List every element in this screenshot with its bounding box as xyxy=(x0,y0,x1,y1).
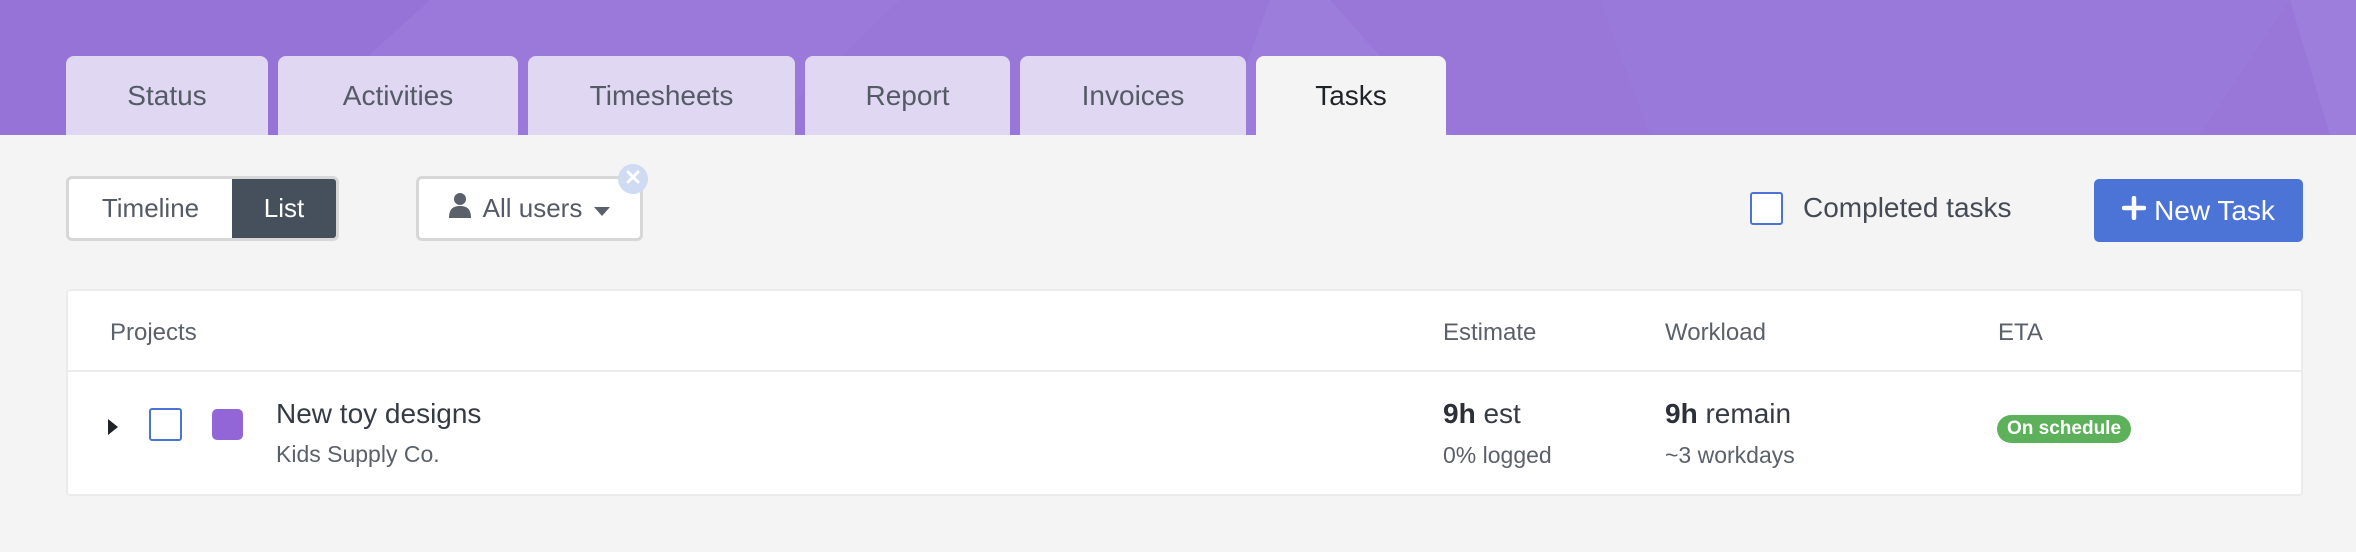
tab-timesheets[interactable]: Timesheets xyxy=(528,56,795,135)
users-filter-label: All users xyxy=(482,193,583,223)
tab-tasks[interactable]: Tasks xyxy=(1256,56,1446,135)
estimate-value: 9h est xyxy=(1443,398,1521,429)
main-tabs: Status Activities Timesheets Report Invo… xyxy=(66,56,1446,135)
list-view-button[interactable]: List xyxy=(232,179,336,238)
users-filter-dropdown[interactable]: All users xyxy=(416,176,643,241)
close-icon xyxy=(626,170,640,189)
table-header: Projects Estimate Workload ETA xyxy=(68,291,2301,372)
tab-report[interactable]: Report xyxy=(805,56,1010,135)
view-toggle: Timeline List xyxy=(66,176,339,241)
workload-value: 9h remain xyxy=(1665,398,1792,429)
tab-activities[interactable]: Activities xyxy=(278,56,518,135)
workload-workdays: ~3 workdays xyxy=(1665,442,1795,468)
column-header-eta: ETA xyxy=(1998,319,2043,346)
eta-status-badge: On schedule xyxy=(1997,415,2132,443)
tab-invoices[interactable]: Invoices xyxy=(1020,56,1246,135)
project-name[interactable]: New toy designs xyxy=(276,398,481,430)
expand-row-caret-icon[interactable] xyxy=(108,419,118,435)
completed-tasks-filter: Completed tasks xyxy=(1750,188,2012,228)
user-icon xyxy=(448,192,471,225)
timeline-view-button[interactable]: Timeline xyxy=(69,179,232,238)
column-header-workload: Workload xyxy=(1665,319,1766,346)
projects-table: Projects Estimate Workload ETA New toy d… xyxy=(66,289,2303,496)
estimate-logged: 0% logged xyxy=(1443,442,1552,468)
completed-tasks-label: Completed tasks xyxy=(1803,192,2012,223)
tab-status[interactable]: Status xyxy=(66,56,268,135)
caret-down-icon xyxy=(594,193,611,224)
project-client: Kids Supply Co. xyxy=(276,441,440,467)
column-header-projects: Projects xyxy=(110,319,197,346)
plus-icon xyxy=(2121,195,2147,227)
row-select-checkbox[interactable] xyxy=(149,408,182,441)
new-task-button[interactable]: New Task xyxy=(2094,179,2303,242)
column-header-estimate: Estimate xyxy=(1443,319,1537,346)
header-banner: Status Activities Timesheets Report Invo… xyxy=(0,0,2356,135)
table-row: New toy designs Kids Supply Co. 9h est 0… xyxy=(68,374,2301,496)
clear-users-filter-button[interactable] xyxy=(618,164,648,194)
project-color-swatch xyxy=(212,409,243,440)
new-task-label: New Task xyxy=(2154,194,2275,226)
completed-tasks-checkbox[interactable] xyxy=(1750,191,1783,225)
